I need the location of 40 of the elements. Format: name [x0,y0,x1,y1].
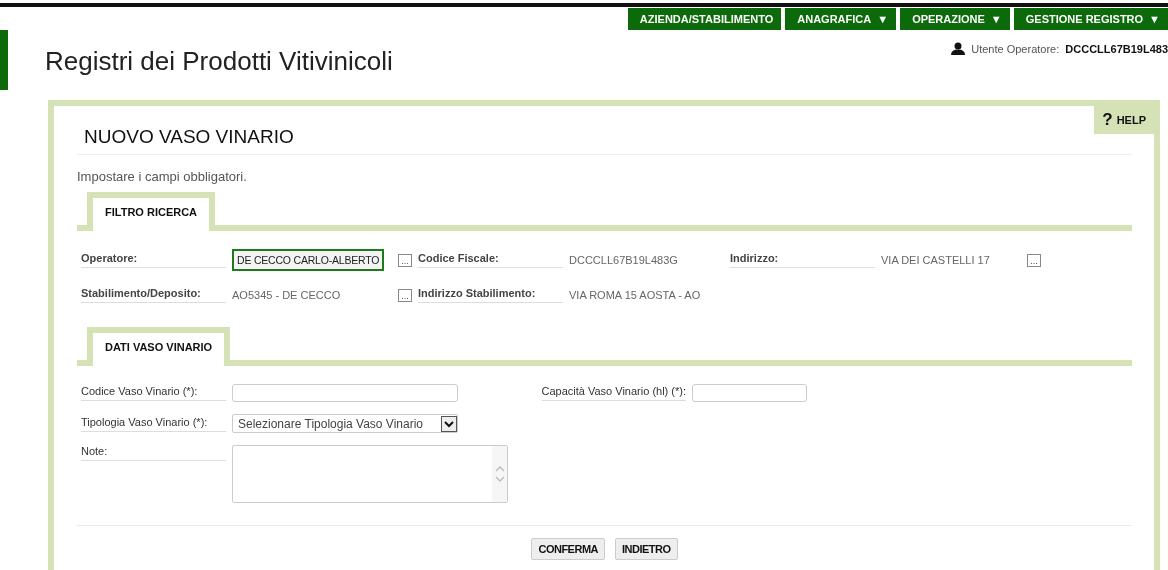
field-label: Codice Vaso Vinario (*): [81,385,226,401]
field-label: Indirizzo Stabilimento: [418,287,563,303]
operator-value: DE CECCO CARLO-ALBERTO [232,249,385,271]
field-value: AO5345 - DE CECCO [232,289,341,301]
user-icon [951,42,966,55]
section-tab[interactable]: FILTRO RICERCA [87,192,216,231]
field-value: VIA ROMA 15 AOSTA - AO [569,289,701,301]
nav-menu-item[interactable]: GESTIONE REGISTRO ▼ [1013,8,1168,30]
field-value: DCCCLL67B19L483G [569,254,678,266]
input-field[interactable] [692,384,807,402]
field-label: Stabilimento/Deposito: [81,287,226,303]
dropdown-field[interactable]: Selezionare Tipologia Vaso Vinario [232,414,458,433]
scroll-down-icon[interactable] [494,476,505,483]
app-title: Registri dei Prodotti Vitivinicoli [45,46,394,77]
user-code: DCCCLL67B19L483 [1065,42,1168,55]
section-tab[interactable]: DATI VASO VINARIO [87,327,231,366]
confirm-button[interactable]: CONFERMA [531,538,605,560]
field-label: Capacità Vaso Vinario (hl) (*): [541,385,686,401]
instructions: Impostare i campi obbligatori. [77,169,248,184]
back-button[interactable]: INDIETRO [615,538,678,560]
nav-menu-item[interactable]: ANAGRAFICA ▼ [785,8,897,30]
nav-menu-item[interactable]: AZIENDA/STABILIMENTO [627,8,782,30]
field-label: Codice Fiscale: [418,252,563,268]
nav-menu-item[interactable]: OPERAZIONE ▼ [900,8,1010,30]
field-value: VIA DEI CASTELLI 17 [881,254,990,266]
lookup-button[interactable]: ... [1027,253,1041,267]
user-label: Utente Operatore: [971,42,1060,55]
field-label: Tipologia Vaso Vinario (*): [81,415,226,432]
side-strip [0,30,8,90]
lookup-button[interactable]: ... [398,253,412,267]
notes-field[interactable] [232,445,508,503]
input-field[interactable] [232,384,458,402]
scroll-up-icon[interactable] [494,465,505,472]
scrollbar[interactable] [492,446,507,502]
help-button[interactable]: ? HELP [1094,106,1154,134]
field-label: Note: [81,445,226,461]
lookup-button[interactable]: ... [398,288,412,302]
field-label: Indirizzo: [730,252,875,268]
field-label: Operatore: [81,252,226,268]
caret-icon [441,415,457,432]
